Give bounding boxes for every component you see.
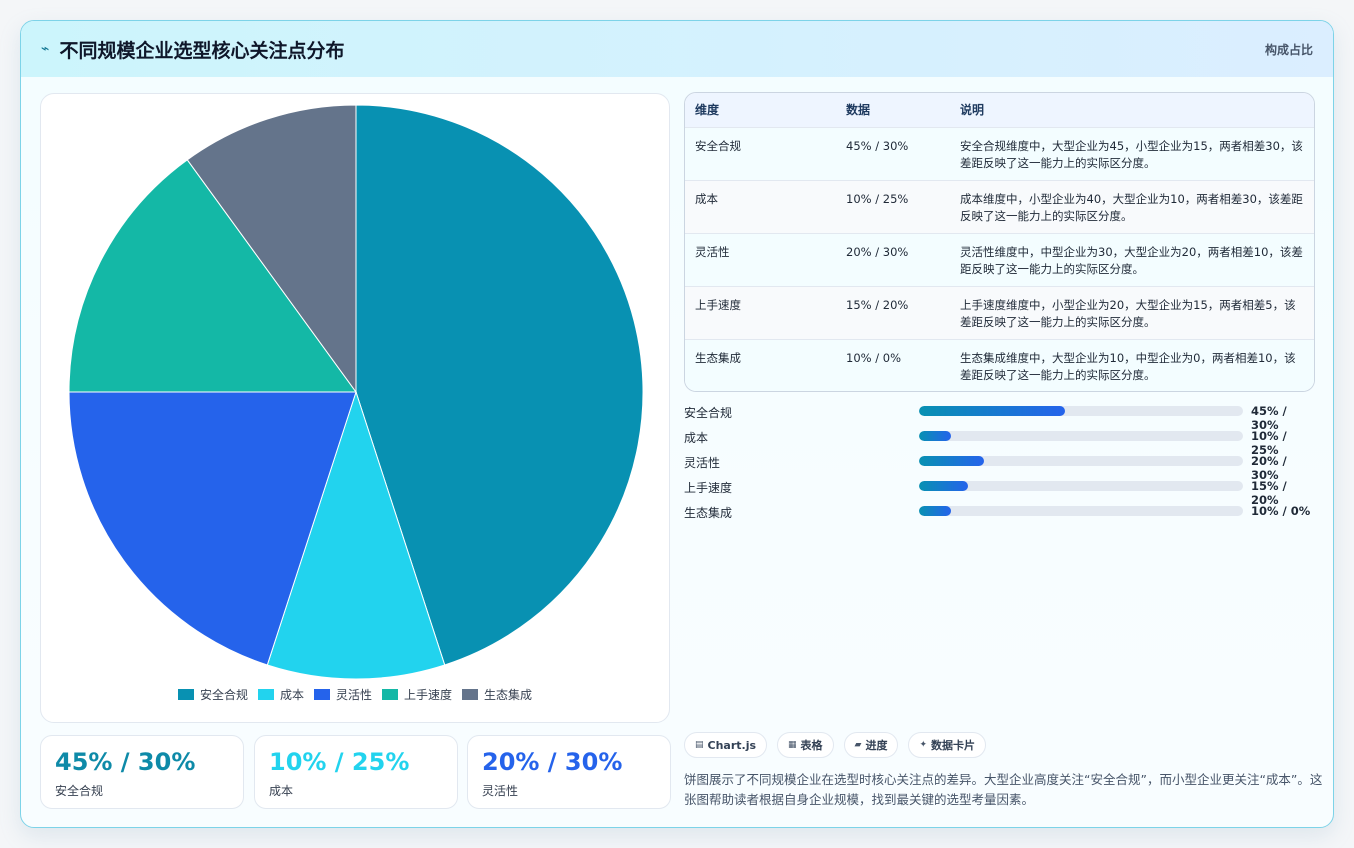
tag-chartjs[interactable]: ▤ Chart.js [684,732,768,758]
pie-chart-panel: 安全合规 成本 灵活性 上手速度 生态集成 [40,93,670,723]
stat-label: 灵活性 [482,784,519,798]
legend-swatch [313,689,330,700]
tag-label: 进度 [865,739,888,752]
chart-icon: ⌁ [41,41,50,57]
chart-icon: ▤ [695,740,704,750]
chart-legend: 安全合规 成本 灵活性 上手速度 生态集成 [41,686,669,703]
cell-data: 10% / 25% [846,191,909,206]
cell-note: 生态集成维度中，大型企业为10，中型企业为0，两者相差10，该差距反映了这一能力… [960,350,1296,382]
header-subtitle: 构成占比 [1264,43,1313,57]
legend-label: 成本 [279,688,304,702]
progress-row: 灵活性 20% / 30% [684,453,1315,482]
data-table: 维度 数据 说明 安全合规 45% / 30% 安全合规维度中，大型企业为45，… [684,92,1315,392]
progress-track [919,431,1243,441]
tag-table[interactable]: ▦ 表格 [777,732,834,758]
tag-data-card[interactable]: ✦ 数据卡片 [908,732,987,758]
cell-note: 成本维度中，小型企业为40，大型企业为10，两者相差30，该差距反映了这一能力上… [960,191,1303,223]
legend-item[interactable]: 生态集成 [462,686,532,703]
legend-swatch [462,689,479,700]
sparkle-icon: ✦ [919,740,928,750]
progress-row: 安全合规 45% / 30% [684,403,1315,432]
stat-card-cost: 10% / 25% 成本 [254,735,458,809]
progress-track [919,506,1243,516]
legend-swatch [177,689,194,700]
column-header-data: 数据 [846,103,871,118]
progress-track [919,481,1243,491]
legend-label: 生态集成 [484,688,533,702]
progress-label: 成本 [684,431,709,445]
tag-label: 表格 [800,739,823,752]
progress-row: 生态集成 10% / 0% [684,503,1315,528]
table-header-row: 维度 数据 说明 [685,93,1314,127]
legend-label: 上手速度 [404,688,453,702]
tag-label: 数据卡片 [931,739,976,752]
cell-data: 15% / 20% [846,297,909,312]
stat-value: 45% / 30% [55,748,196,776]
table-row: 生态集成 10% / 0% 生态集成维度中，大型企业为10，中型企业为0，两者相… [685,339,1314,391]
progress-row: 成本 10% / 25% [684,428,1315,457]
stat-card-flexibility: 20% / 30% 灵活性 [467,735,671,809]
cell-dimension: 生态集成 [695,350,741,365]
progress-label: 安全合规 [684,406,733,420]
progress-list: 安全合规 45% / 30% 成本 10% / 25% 灵活性 20% / 30… [684,403,1315,528]
progress-fill [919,481,968,491]
dashboard-card: ⌁ 不同规模企业选型核心关注点分布 构成占比 安全合规 成本 灵活性 上手速度 生态集成… [20,20,1334,828]
table-row: 成本 10% / 25% 成本维度中，小型企业为40，大型企业为10，两者相差3… [685,180,1314,233]
stat-label: 安全合规 [55,784,104,798]
cell-dimension: 灵活性 [695,244,730,259]
table-row: 安全合规 45% / 30% 安全合规维度中，大型企业为45，小型企业为15，两… [685,127,1314,180]
column-header-note: 说明 [960,103,985,118]
cell-note: 上手速度维度中，小型企业为20，大型企业为15，两者相差5，该差距反映了这一能力… [960,297,1296,329]
stat-value: 20% / 30% [482,748,623,776]
stat-label: 成本 [269,784,294,798]
stat-card-security: 45% / 30% 安全合规 [40,735,244,809]
legend-label: 灵活性 [335,688,372,702]
tag-label: Chart.js [707,738,757,752]
progress-label: 生态集成 [684,506,733,520]
progress-track [919,456,1243,466]
cell-note: 灵活性维度中，中型企业为30，大型企业为20，两者相差10，该差距反映了这一能力… [960,244,1303,276]
legend-label: 安全合规 [199,688,248,702]
progress-icon: ▰ [854,740,862,750]
table-row: 上手速度 15% / 20% 上手速度维度中，小型企业为20，大型企业为15，两… [685,286,1314,339]
stat-value: 10% / 25% [269,748,410,776]
pie-chart [68,104,644,680]
card-header: ⌁ 不同规模企业选型核心关注点分布 构成占比 [21,21,1333,77]
tag-progress[interactable]: ▰ 进度 [843,732,899,758]
page-title: 不同规模企业选型核心关注点分布 [59,39,345,62]
cell-data: 10% / 0% [846,350,901,365]
table-row: 灵活性 20% / 30% 灵活性维度中，中型企业为30，大型企业为20，两者相… [685,233,1314,286]
table-icon: ▦ [788,740,797,750]
cell-data: 45% / 30% [846,138,909,153]
progress-track [919,406,1243,416]
legend-item[interactable]: 灵活性 [313,686,372,703]
progress-row: 上手速度 15% / 20% [684,478,1315,507]
progress-fill [919,456,984,466]
chart-description: 饼图展示了不同规模企业在选型时核心关注点的差异。大型企业高度关注“安全合规”，而… [684,772,1323,807]
legend-item[interactable]: 安全合规 [177,686,248,703]
legend-item[interactable]: 成本 [257,686,304,703]
progress-fill [919,406,1065,416]
progress-label: 上手速度 [684,481,733,495]
legend-item[interactable]: 上手速度 [382,686,452,703]
cell-dimension: 安全合规 [695,138,741,153]
tag-list: ▤ Chart.js ▦ 表格 ▰ 进度 ✦ 数据卡片 [684,732,987,758]
cell-note: 安全合规维度中，大型企业为45，小型企业为15，两者相差30，该差距反映了这一能… [960,138,1303,170]
cell-data: 20% / 30% [846,244,909,259]
column-header-dimension: 维度 [695,103,720,118]
cell-dimension: 上手速度 [695,297,741,312]
progress-fill [919,506,952,516]
progress-value: 10% / 0% [1251,504,1311,518]
progress-label: 灵活性 [684,456,721,470]
legend-swatch [382,689,398,700]
legend-swatch [257,689,274,700]
progress-fill [919,431,952,441]
cell-dimension: 成本 [695,191,718,206]
